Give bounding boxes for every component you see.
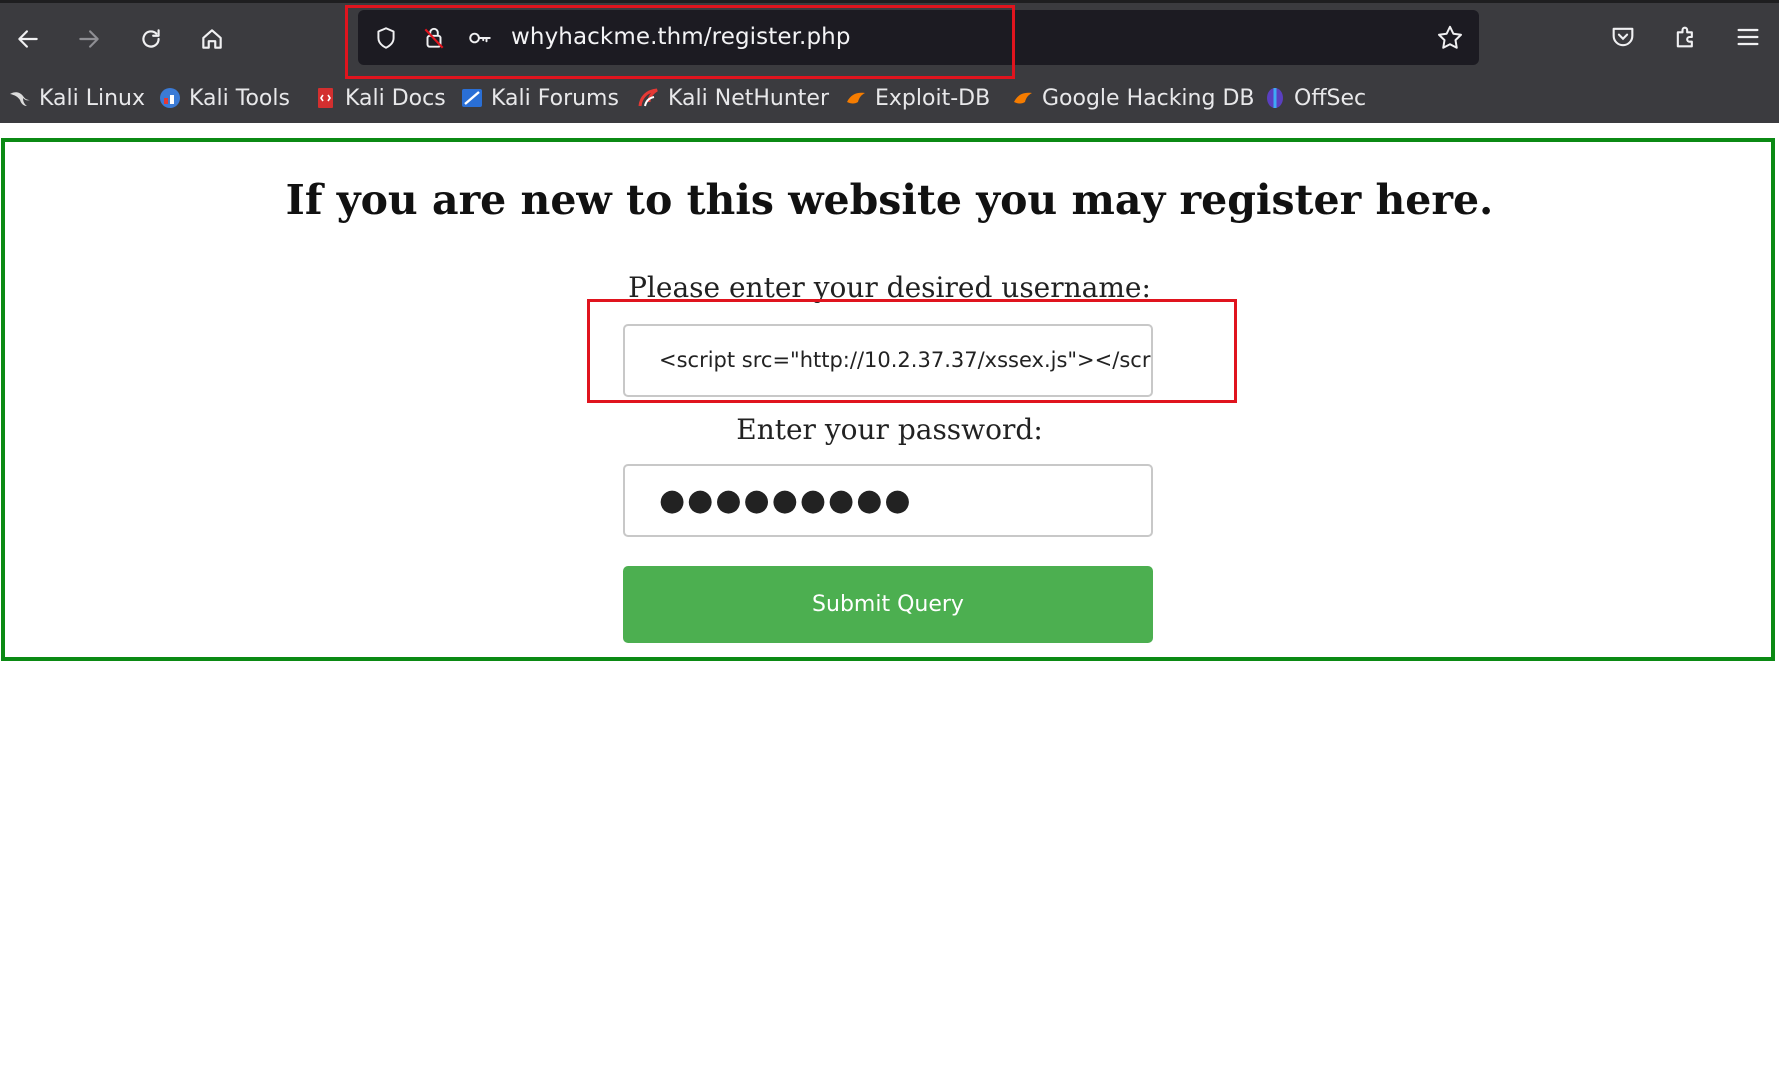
home-button[interactable]: [192, 19, 232, 59]
username-highlight-box: [587, 299, 1237, 403]
kali-dragon-icon: [10, 92, 30, 106]
bookmark-label: Google Hacking DB: [1042, 85, 1255, 111]
bookmark-label: Kali Linux: [39, 85, 146, 111]
arrow-right-icon: [79, 30, 99, 48]
ghdb-icon: [1014, 92, 1032, 104]
pocket-icon: [1612, 27, 1634, 47]
bookmark-label: Kali Tools: [189, 85, 290, 111]
bookmark-kali-forums[interactable]: Kali Forums: [460, 78, 619, 118]
kali-tools-icon: [160, 88, 180, 108]
bookmark-offsec[interactable]: OffSec: [1263, 78, 1366, 118]
bookmark-kali-linux[interactable]: Kali Linux: [8, 78, 145, 118]
back-button[interactable]: [8, 19, 48, 59]
forward-button[interactable]: [69, 19, 109, 59]
exploit-db-icon: [847, 92, 865, 104]
bookmark-google-hacking-db[interactable]: Google Hacking DB: [1011, 78, 1254, 118]
menu-button[interactable]: [1730, 19, 1766, 55]
submit-button[interactable]: Submit Query: [623, 566, 1153, 643]
window-top-border: [0, 0, 1779, 3]
bookmark-label: Exploit-DB: [875, 85, 991, 111]
bookmark-kali-nethunter[interactable]: Kali NetHunter: [637, 78, 829, 118]
offsec-icon: [1267, 88, 1283, 108]
bookmark-star-icon[interactable]: [1435, 23, 1465, 53]
kali-forums-icon: [462, 89, 482, 107]
pocket-button[interactable]: [1605, 19, 1641, 55]
bookmark-label: Kali Docs: [345, 85, 446, 111]
extensions-button[interactable]: [1668, 19, 1704, 55]
hamburger-menu-icon: [1737, 28, 1759, 46]
password-input[interactable]: ●●●●●●●●●: [623, 464, 1153, 537]
bookmark-kali-tools[interactable]: Kali Tools: [158, 78, 290, 118]
reload-button[interactable]: [131, 19, 171, 59]
home-icon: [202, 29, 222, 49]
bookmark-label: Kali NetHunter: [668, 85, 829, 111]
arrow-left-icon: [18, 30, 38, 48]
bookmarks-toolbar: Kali Linux Kali Tools Kali Docs Kali For…: [0, 78, 1779, 118]
url-highlight-box: [345, 5, 1015, 79]
reload-icon: [142, 29, 160, 48]
password-label: Enter your password:: [736, 413, 1043, 446]
bookmark-label: Kali Forums: [491, 85, 619, 111]
puzzle-icon: [1676, 26, 1693, 48]
kali-nethunter-icon: [638, 88, 658, 107]
bookmark-label: OffSec: [1294, 85, 1367, 111]
page-title: If you are new to this website you may r…: [285, 176, 1494, 224]
kali-docs-icon: [318, 88, 333, 108]
bookmark-kali-docs[interactable]: Kali Docs: [314, 78, 446, 118]
bookmark-exploit-db[interactable]: Exploit-DB: [844, 78, 990, 118]
